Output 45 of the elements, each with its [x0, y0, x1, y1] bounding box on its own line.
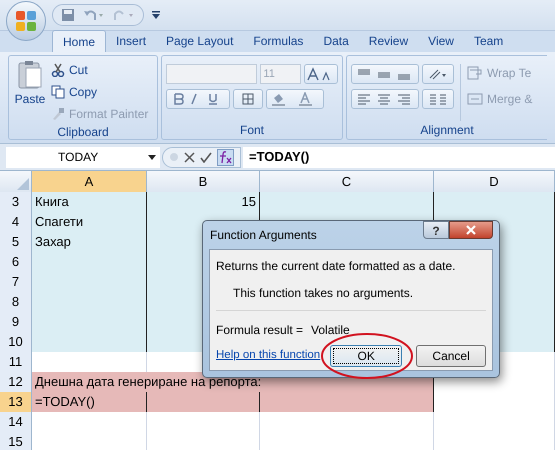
row-header[interactable]: 10: [0, 332, 32, 352]
dialog-title: Function Arguments: [209, 227, 317, 244]
ribbon-tab[interactable]: View: [418, 30, 464, 52]
cell-text: Книга: [34, 193, 70, 211]
ribbon-tab[interactable]: Data: [313, 30, 359, 52]
ribbon-tab[interactable]: Review: [358, 30, 418, 52]
column-header[interactable]: A: [32, 171, 147, 192]
function-description: Returns the current date formatted as a date.: [216, 258, 456, 275]
row-header[interactable]: 5: [0, 232, 32, 252]
ribbon-tab[interactable]: Formulas: [243, 30, 314, 52]
ok-button[interactable]: OK: [330, 345, 402, 367]
ribbon-tab[interactable]: Page Layout: [156, 30, 244, 52]
result-label: Formula result =: [216, 322, 304, 339]
group-label: Clipboard: [56, 124, 110, 141]
ribbon-tab[interactable]: Team: [464, 30, 514, 52]
row-header[interactable]: 14: [0, 412, 32, 432]
copy-button[interactable]: Copy: [51, 83, 148, 101]
cell-text: 15: [240, 193, 257, 211]
row-header[interactable]: 8: [0, 292, 32, 312]
cell-text: Захар: [34, 233, 72, 251]
row-header[interactable]: 9: [0, 312, 32, 332]
ribbon-tab[interactable]: Home: [52, 30, 106, 52]
cancel-button[interactable]: Cancel: [416, 345, 486, 367]
row-header[interactable]: 4: [0, 212, 32, 232]
cut-button[interactable]: Cut: [51, 61, 148, 79]
row-header[interactable]: 13: [0, 392, 32, 412]
cell-text: Днешна дата генериране на репорта:: [34, 373, 262, 391]
help-link[interactable]: Help on this function: [216, 347, 320, 365]
cell-text: Спагети: [34, 213, 84, 231]
arguments-note: This function takes no arguments.: [232, 285, 414, 302]
help-button[interactable]: ?: [423, 221, 449, 239]
row-header[interactable]: 6: [0, 252, 32, 272]
row-header[interactable]: 12: [0, 372, 32, 392]
formula-field[interactable]: =TODAY(): [243, 146, 555, 168]
group-label: Alignment: [419, 122, 475, 139]
cell-text: =TODAY(): [34, 393, 96, 411]
row-header[interactable]: 11: [0, 352, 32, 372]
group-label: Font: [238, 122, 265, 139]
row-header[interactable]: 3: [0, 192, 32, 212]
ribbon-tab[interactable]: Insert: [106, 30, 156, 52]
paste-button[interactable]: Paste: [9, 56, 51, 123]
result-value: Volatile: [311, 322, 350, 339]
row-header[interactable]: 15: [0, 432, 32, 450]
name-box[interactable]: TODAY: [6, 146, 160, 168]
row-header[interactable]: 7: [0, 272, 32, 292]
